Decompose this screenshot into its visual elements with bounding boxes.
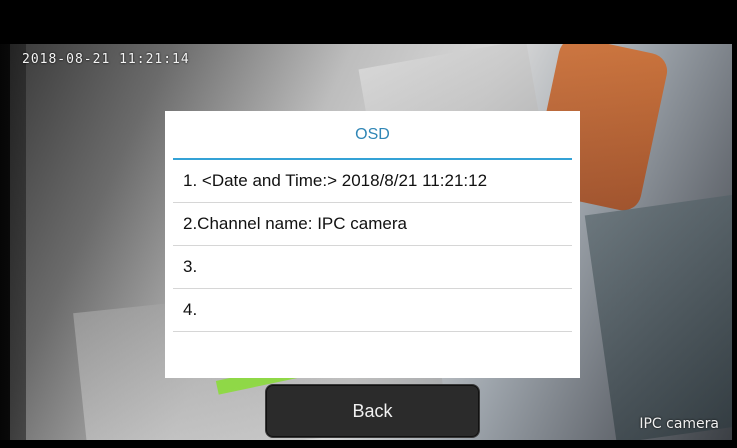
dialog-title: OSD	[355, 126, 390, 143]
osd-item-date-time[interactable]: 1. <Date and Time:> 2018/8/21 11:21:12	[173, 160, 572, 203]
left-rail	[0, 44, 26, 440]
osd-dialog: OSD 1. <Date and Time:> 2018/8/21 11:21:…	[165, 111, 580, 378]
osd-item-channel-name[interactable]: 2.Channel name: IPC camera	[173, 203, 572, 246]
osd-item-4[interactable]: 4.	[173, 289, 572, 332]
top-bar	[0, 0, 737, 44]
camera-name-overlay: IPC camera	[639, 416, 719, 432]
scene-dark-object	[584, 194, 732, 440]
video-timestamp: 2018-08-21 11:21:14	[22, 52, 190, 67]
app-frame: 2018-08-21 11:21:14 IPC camera OSD 1. <D…	[0, 0, 737, 448]
osd-list: 1. <Date and Time:> 2018/8/21 11:21:12 2…	[173, 160, 572, 332]
osd-item-3[interactable]: 3.	[173, 246, 572, 289]
back-button[interactable]: Back	[265, 384, 480, 438]
